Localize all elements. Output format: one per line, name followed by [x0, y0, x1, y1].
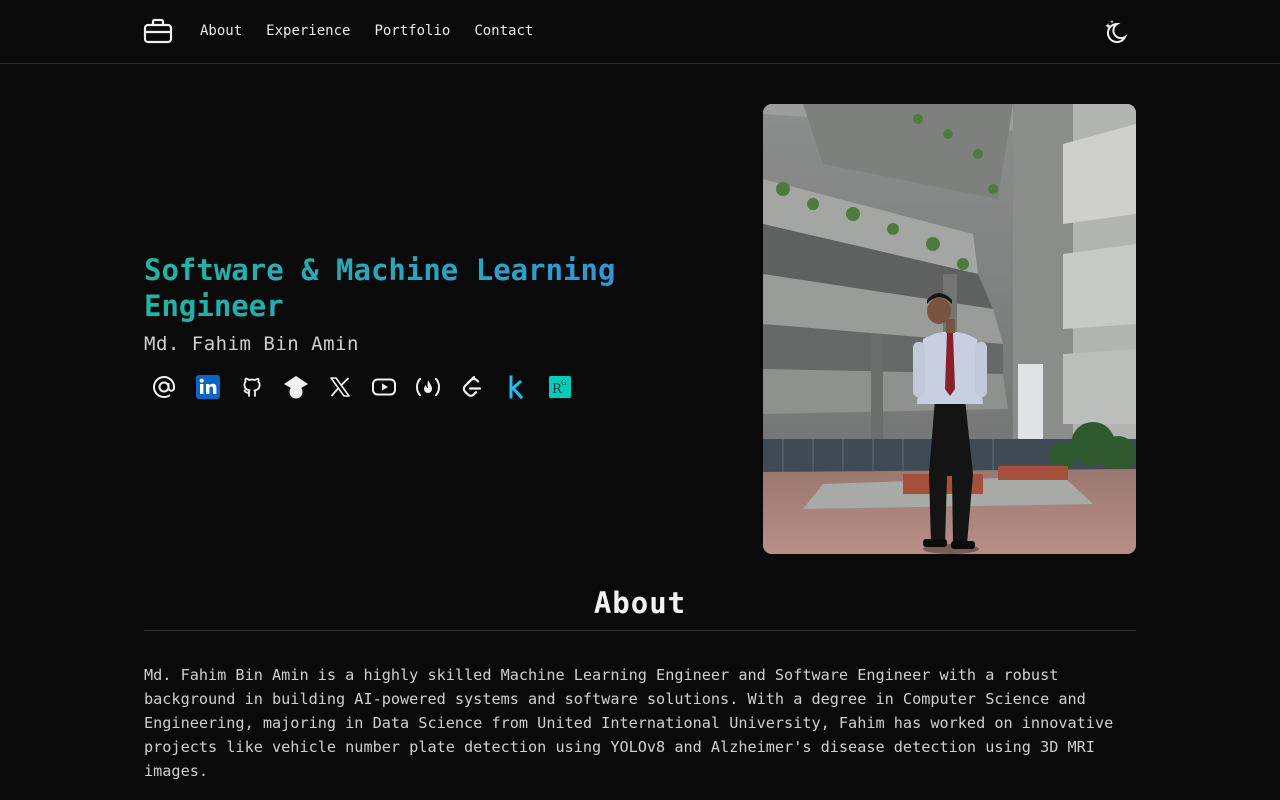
main-nav: About Experience Portfolio Contact — [200, 23, 533, 39]
researchgate-icon[interactable]: RG — [544, 371, 576, 403]
kaggle-icon[interactable] — [500, 371, 532, 403]
nav-item-about[interactable]: About — [200, 23, 242, 39]
google-scholar-icon[interactable] — [280, 371, 312, 403]
freecodecamp-icon[interactable] — [412, 371, 444, 403]
svg-text:G: G — [561, 379, 567, 387]
github-icon[interactable] — [236, 371, 268, 403]
email-at-icon[interactable] — [148, 371, 180, 403]
hero-name: Md. Fahim Bin Amin — [144, 333, 359, 355]
top-navbar: About Experience Portfolio Contact — [0, 0, 1280, 64]
linkedin-icon[interactable] — [192, 371, 224, 403]
briefcase-icon[interactable] — [143, 17, 173, 45]
nav-item-experience[interactable]: Experience — [266, 23, 350, 39]
nav-item-portfolio[interactable]: Portfolio — [374, 23, 450, 39]
youtube-icon[interactable] — [368, 371, 400, 403]
about-paragraph: Md. Fahim Bin Amin is a highly skilled M… — [144, 666, 1114, 780]
social-links: RG — [148, 371, 576, 403]
nav-item-contact[interactable]: Contact — [474, 23, 533, 39]
hero-headline: Software & Machine Learning Engineer — [144, 252, 704, 324]
section-divider — [144, 630, 1136, 631]
moon-stars-icon[interactable] — [1101, 17, 1131, 47]
portrait-photo — [763, 104, 1136, 554]
x-twitter-icon[interactable] — [324, 371, 356, 403]
leetcode-icon[interactable] — [456, 371, 488, 403]
about-section-title: About — [593, 586, 687, 620]
